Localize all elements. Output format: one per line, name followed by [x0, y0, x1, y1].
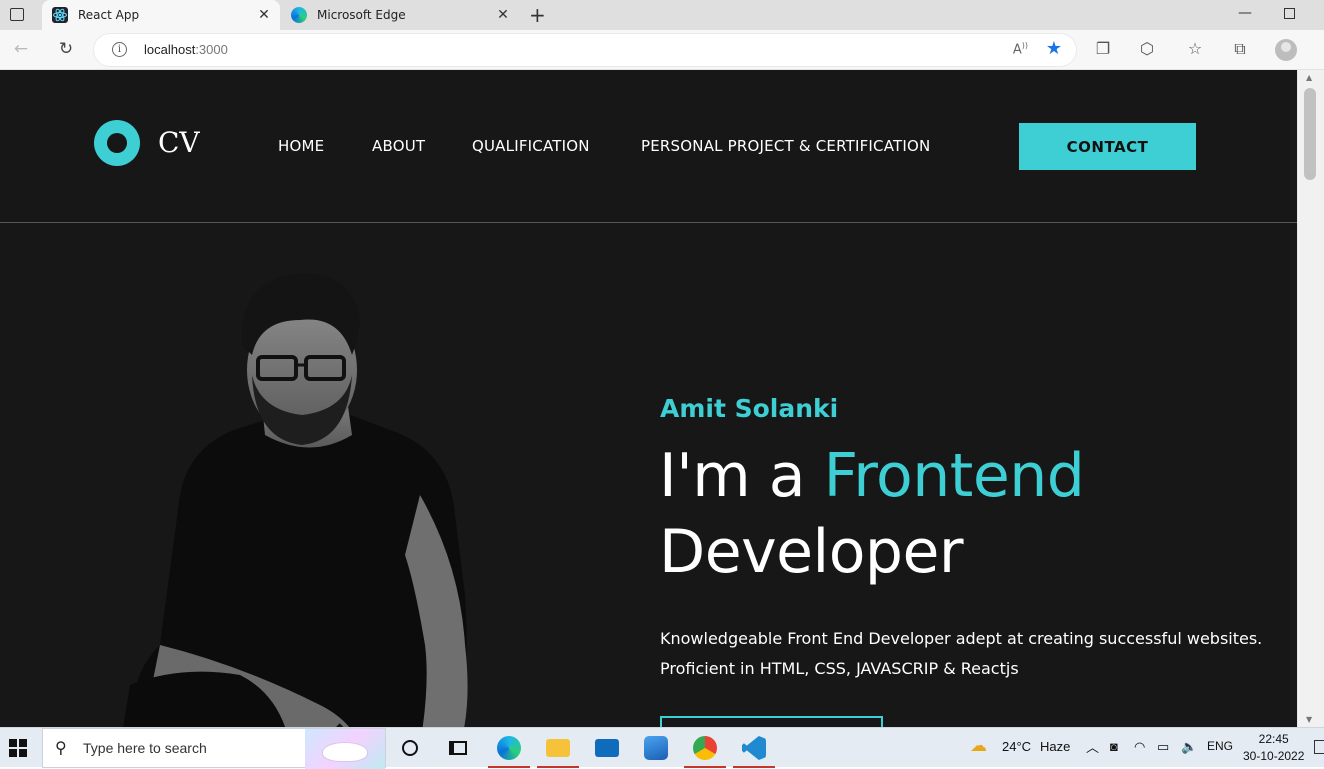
profile-photo: [123, 273, 468, 727]
tab-actions-icon[interactable]: [10, 8, 24, 21]
web-page: CV HOME ABOUT QUALIFICATION PERSONAL PRO…: [0, 70, 1297, 727]
workspaces-icon[interactable]: ⧉: [1229, 39, 1251, 59]
close-tab-icon[interactable]: ✕: [256, 7, 272, 23]
tab-title: React App: [78, 8, 140, 22]
photos-icon[interactable]: [633, 728, 679, 768]
battery-icon[interactable]: ▭: [1157, 739, 1169, 755]
hero-description: Knowledgeable Front End Developer adept …: [660, 629, 1263, 678]
browser-tab-bar: React App ✕ Microsoft Edge ✕ + —: [0, 0, 1324, 30]
search-highlight-image: [305, 729, 385, 769]
restore-icon[interactable]: [1284, 8, 1295, 19]
info-icon[interactable]: i: [112, 42, 127, 57]
network-icon[interactable]: ◠: [1134, 739, 1145, 755]
windows-taskbar: ⚲ Type here to search ☁ 24°C Haze ︿ ◙ ◠ …: [0, 727, 1324, 769]
close-tab-icon[interactable]: ✕: [495, 7, 511, 23]
meet-now-icon[interactable]: ◙: [1110, 739, 1118, 754]
weather-icon[interactable]: ☁: [970, 736, 987, 756]
logo-ring-icon[interactable]: [94, 120, 140, 166]
vscode-icon[interactable]: [731, 728, 777, 768]
address-bar-row: ← ↻ i localhost:3000 A)) ★ ❐ ⬡ ☆ ⧉: [0, 30, 1324, 70]
taskbar-search-box[interactable]: ⚲ Type here to search: [42, 728, 386, 769]
mail-icon[interactable]: [584, 728, 630, 768]
edge-icon: [291, 7, 307, 23]
hero-headline: I'm a Frontend Developer: [659, 438, 1085, 590]
nav-qualification[interactable]: QUALIFICATION: [472, 137, 590, 155]
minimize-icon[interactable]: —: [1238, 5, 1252, 21]
scrollbar-thumb[interactable]: [1304, 88, 1316, 180]
headline-prefix: I'm a: [659, 441, 824, 511]
nav-home[interactable]: HOME: [278, 137, 324, 155]
clock[interactable]: 22:45 30-10-2022: [1243, 731, 1304, 765]
scroll-up-icon[interactable]: ▲: [1306, 73, 1312, 82]
notifications-icon[interactable]: [1314, 740, 1324, 754]
cortana-icon[interactable]: [387, 728, 433, 768]
favorites-icon[interactable]: ☆: [1184, 39, 1206, 58]
weather-temp[interactable]: 24°C: [1002, 739, 1031, 754]
tab-react-app[interactable]: React App ✕: [42, 0, 280, 30]
new-tab-button[interactable]: +: [529, 3, 546, 27]
nav-about[interactable]: ABOUT: [372, 137, 425, 155]
show-hidden-icons-icon[interactable]: ︿: [1086, 737, 1099, 756]
nav-personal-project[interactable]: PERSONAL PROJECT & CERTIFICATION: [641, 137, 930, 155]
back-icon[interactable]: ←: [10, 39, 32, 59]
read-aloud-icon[interactable]: A)): [1013, 41, 1028, 57]
search-placeholder: Type here to search: [83, 740, 207, 756]
react-icon: [52, 7, 68, 23]
file-explorer-icon[interactable]: [535, 728, 581, 768]
scroll-down-icon[interactable]: ▼: [1306, 715, 1312, 724]
search-icon: ⚲: [55, 738, 67, 757]
tab-microsoft-edge[interactable]: Microsoft Edge ✕: [281, 0, 519, 30]
headline-highlight: Frontend: [823, 441, 1085, 511]
weather-desc[interactable]: Haze: [1040, 739, 1070, 754]
headline-suffix: Developer: [659, 517, 964, 587]
extensions-icon[interactable]: ⬡: [1136, 39, 1158, 58]
hero-outline-button[interactable]: [660, 716, 883, 727]
page-scrollbar[interactable]: ▲ ▼: [1297, 70, 1324, 727]
chrome-icon[interactable]: [682, 728, 728, 768]
tab-title: Microsoft Edge: [317, 8, 406, 22]
refresh-icon[interactable]: ↻: [55, 39, 77, 59]
language-indicator[interactable]: ENG: [1207, 739, 1233, 753]
edge-taskbar-icon[interactable]: [486, 728, 532, 768]
clock-date: 30-10-2022: [1243, 749, 1305, 763]
person-name: Amit Solanki: [660, 394, 839, 423]
collections-icon[interactable]: ❐: [1092, 39, 1114, 58]
volume-icon[interactable]: 🔈: [1181, 739, 1197, 755]
profile-avatar[interactable]: [1275, 39, 1297, 61]
url-text: localhost:3000: [144, 42, 228, 57]
logo-text[interactable]: CV: [158, 126, 200, 159]
clock-time: 22:45: [1258, 732, 1289, 746]
url-field[interactable]: i localhost:3000 A)) ★: [94, 34, 1076, 66]
header-divider: [0, 222, 1297, 223]
contact-button[interactable]: CONTACT: [1019, 123, 1196, 170]
windows-start-icon[interactable]: [9, 739, 27, 757]
favorite-star-icon[interactable]: ★: [1046, 38, 1062, 59]
task-view-icon[interactable]: [435, 728, 481, 768]
